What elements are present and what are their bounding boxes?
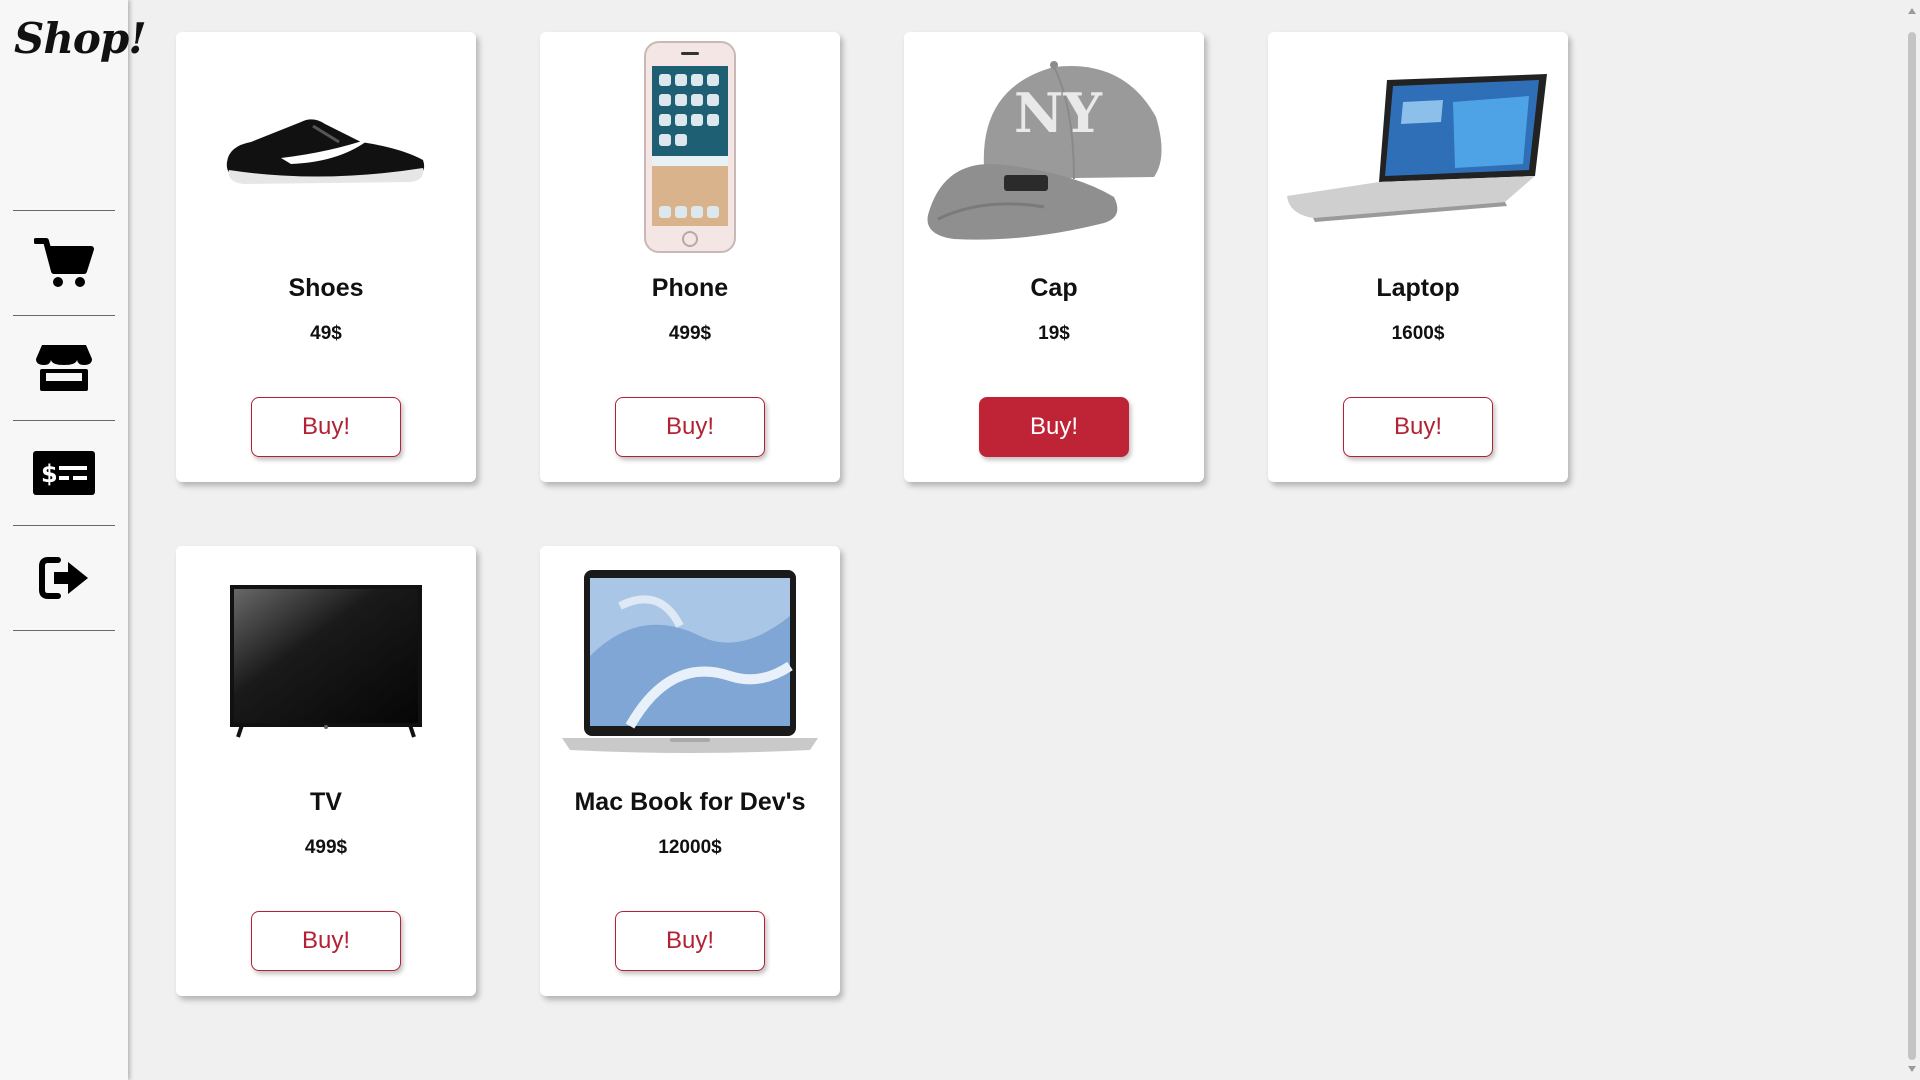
product-name: Laptop [1376,274,1460,302]
vertical-scrollbar[interactable] [1904,0,1920,1080]
product-price: 19$ [1038,323,1070,344]
buy-button[interactable]: Buy! [251,397,401,457]
smartphone-icon [644,41,736,253]
scroll-down-icon[interactable] [1908,1066,1916,1072]
sidebar-nav: $ [13,210,115,631]
product-name: Shoes [288,274,364,302]
product-price: 12000$ [658,837,722,858]
product-card: TV 499$ Buy! [176,546,476,996]
product-name: Cap [1030,274,1078,302]
product-image [540,546,840,776]
product-name: Mac Book for Dev's [574,788,806,816]
sign-out-icon [39,557,88,599]
svg-text:NY: NY [1014,81,1103,145]
scroll-up-icon[interactable] [1908,8,1916,14]
svg-text:$: $ [41,460,58,488]
sidebar-item-logout[interactable] [13,526,115,631]
product-card: Shoes 49$ Buy! [176,32,476,482]
sneaker-icon [226,119,425,184]
product-card: Mac Book for Dev's 12000$ Buy! [540,546,840,996]
product-card: Phone 499$ Buy! [540,32,840,482]
product-name: TV [310,788,342,816]
shopping-cart-icon [34,238,94,287]
product-price: 49$ [310,323,342,344]
laptop-icon [1287,74,1547,222]
buy-button[interactable]: Buy! [251,911,401,971]
product-image [1268,32,1568,262]
logo[interactable]: Shop! [14,14,147,63]
tv-icon [230,585,422,738]
baseball-cap-icon: NY [927,61,1162,240]
scrollbar-thumb[interactable] [1908,32,1916,1060]
sidebar: Shop! $ [0,0,147,1080]
buy-button[interactable]: Buy! [979,397,1129,457]
store-icon [36,345,92,391]
product-image: NY [904,32,1204,262]
product-name: Phone [651,274,729,302]
sidebar-item-payments[interactable]: $ [13,421,115,526]
sidebar-item-cart[interactable] [13,211,115,316]
product-price: 1600$ [1391,323,1445,344]
product-card: Laptop 1600$ Buy! [1268,32,1568,482]
product-image [540,32,840,262]
product-image [176,32,476,262]
product-price: 499$ [304,837,348,858]
product-card: NY Cap 19$ Buy! [904,32,1204,482]
product-price: 499$ [668,323,712,344]
sidebar-item-store[interactable] [13,316,115,421]
buy-button[interactable]: Buy! [615,397,765,457]
money-check-icon: $ [33,451,95,495]
buy-button[interactable]: Buy! [615,911,765,971]
macbook-icon [562,570,818,753]
product-image [176,546,476,776]
buy-button[interactable]: Buy! [1343,397,1493,457]
